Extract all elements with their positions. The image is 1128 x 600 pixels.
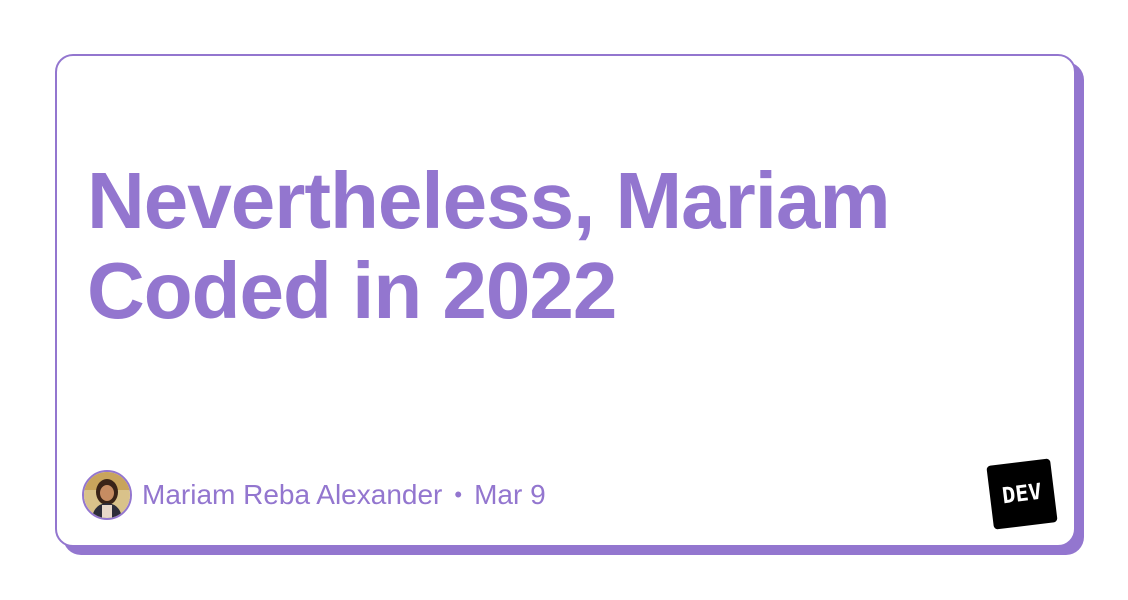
author-name[interactable]: Mariam Reba Alexander <box>142 478 442 512</box>
dev-logo-text: DEV <box>1000 479 1044 509</box>
post-date: Mar 9 <box>474 479 546 510</box>
author-avatar[interactable] <box>82 470 132 520</box>
dev-logo[interactable]: DEV <box>986 458 1058 530</box>
meta-separator: • <box>454 482 463 507</box>
post-title[interactable]: Nevertheless, Mariam Coded in 2022 <box>87 156 1047 336</box>
post-footer: Mariam Reba Alexander • Mar 9 <box>82 468 546 522</box>
post-meta: Mariam Reba Alexander • Mar 9 <box>142 478 546 512</box>
share-card-stage: Nevertheless, Mariam Coded in 2022 Maria… <box>0 0 1128 600</box>
avatar-icon <box>84 472 130 518</box>
post-title-line2: Coded in 2022 <box>87 246 617 335</box>
post-title-line1: Nevertheless, Mariam <box>87 156 891 245</box>
post-card[interactable]: Nevertheless, Mariam Coded in 2022 Maria… <box>55 54 1076 547</box>
